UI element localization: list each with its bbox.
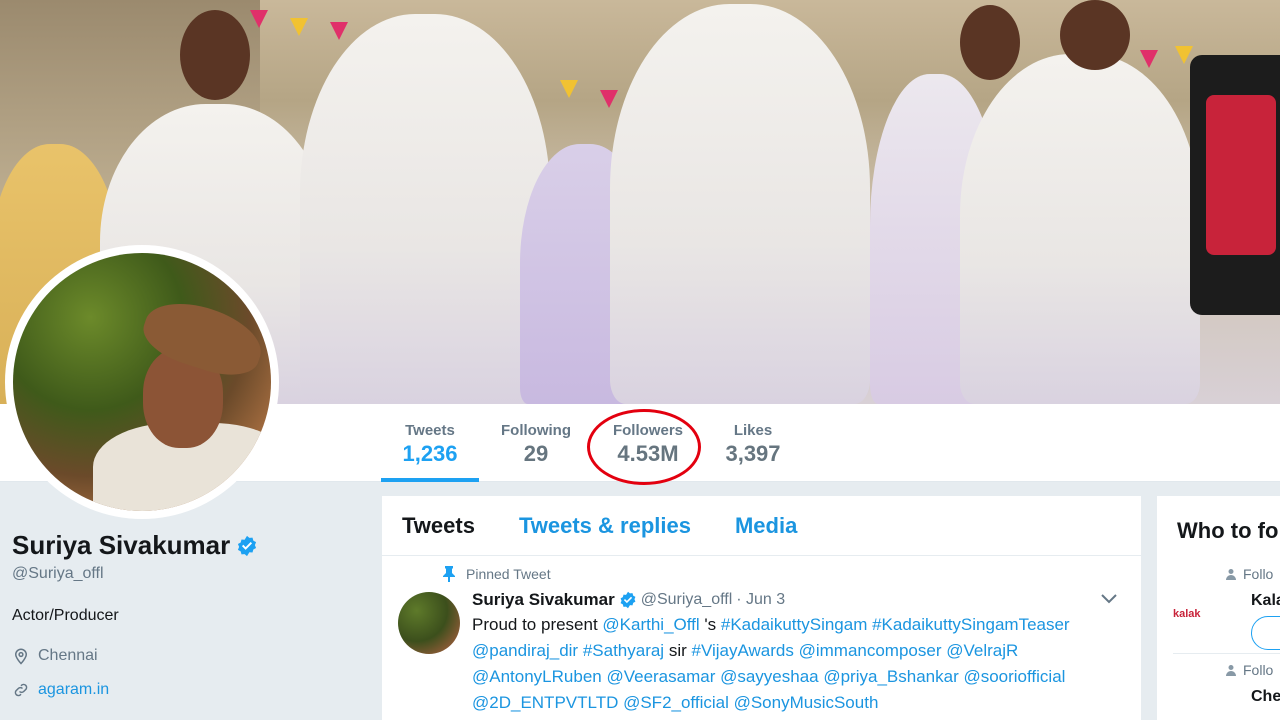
tweet-date[interactable]: · Jun 3 bbox=[736, 591, 785, 609]
wtf-logo[interactable]: kalak bbox=[1173, 608, 1201, 620]
pinned-label-row: Pinned Tweet bbox=[442, 566, 1121, 582]
tweet-author-name[interactable]: Suriya Sivakumar bbox=[472, 590, 615, 610]
mention-link[interactable]: @2D_ENTPVTLTD @SF2_official @SonyMusicSo… bbox=[472, 693, 878, 712]
hashtag-link[interactable]: #KadaikuttySingam #KadaikuttySingamTease… bbox=[721, 615, 1070, 634]
pinned-tweet[interactable]: Pinned Tweet Suriya Sivakumar @Suriya_of… bbox=[382, 556, 1141, 716]
follow-button[interactable] bbox=[1251, 616, 1280, 650]
profile-card: Suriya Sivakumar @Suriya_offl Actor/Prod… bbox=[12, 530, 352, 699]
profile-name-row: Suriya Sivakumar bbox=[12, 530, 352, 561]
profile-avatar[interactable] bbox=[5, 245, 279, 519]
profile-website: agaram.in bbox=[12, 681, 352, 699]
pinned-label: Pinned Tweet bbox=[466, 566, 551, 582]
profile-name[interactable]: Suriya Sivakumar bbox=[12, 530, 230, 561]
stat-value: 1,236 bbox=[402, 441, 458, 466]
mention-link[interactable]: @AntonyLRuben @Veerasamar @sayyeshaa @pr… bbox=[472, 667, 1065, 686]
wtf-name[interactable]: Che bbox=[1251, 688, 1280, 706]
link-icon bbox=[14, 683, 28, 697]
who-to-follow: Who to fo Follo Kala kalak Follo Che bbox=[1157, 496, 1280, 720]
location-text: Chennai bbox=[38, 647, 98, 664]
mention-link[interactable]: @pandiraj_dir #Sathyaraj bbox=[472, 641, 664, 660]
tweet-avatar[interactable] bbox=[398, 592, 460, 654]
stat-likes[interactable]: Likes 3,397 bbox=[716, 404, 790, 482]
pin-icon bbox=[443, 566, 455, 582]
timeline: Tweets Tweets & replies Media Pinned Twe… bbox=[382, 496, 1141, 720]
tab-tweets[interactable]: Tweets bbox=[402, 513, 475, 539]
wtf-label: Follo bbox=[1243, 566, 1274, 582]
tweet-text-segment: Proud to present bbox=[472, 615, 603, 634]
mention-link[interactable]: @Karthi_Offl bbox=[602, 615, 699, 634]
verified-badge-icon bbox=[620, 591, 636, 609]
profile-bio: Actor/Producer bbox=[12, 607, 119, 624]
hashtag-link[interactable]: #VijayAwards @immancomposer @VelrajR bbox=[691, 641, 1018, 660]
person-icon bbox=[1226, 665, 1236, 676]
stat-value: 29 bbox=[523, 441, 549, 466]
wtf-title: Who to fo bbox=[1177, 518, 1279, 543]
banner-poster bbox=[1190, 55, 1280, 315]
profile-location: Chennai bbox=[12, 647, 352, 665]
person-icon bbox=[1226, 569, 1236, 580]
wtf-label: Follo bbox=[1243, 662, 1274, 678]
tweet-author-handle[interactable]: @Suriya_offl bbox=[641, 591, 733, 609]
tweet-text-segment: 's bbox=[699, 615, 721, 634]
stat-tweets[interactable]: Tweets 1,236 bbox=[381, 404, 479, 482]
tab-media[interactable]: Media bbox=[735, 513, 797, 539]
tweet-header: Suriya Sivakumar @Suriya_offl · Jun 3 bbox=[472, 590, 1121, 610]
chevron-down-icon[interactable] bbox=[1101, 594, 1117, 604]
profile-handle[interactable]: @Suriya_offl bbox=[12, 565, 352, 583]
stat-value: 3,397 bbox=[725, 441, 781, 466]
stat-label: Tweets bbox=[405, 422, 455, 439]
verified-badge-icon bbox=[238, 535, 257, 556]
tab-tweets-replies[interactable]: Tweets & replies bbox=[519, 513, 691, 539]
stat-following[interactable]: Following 29 bbox=[494, 404, 578, 482]
website-link[interactable]: agaram.in bbox=[38, 681, 109, 699]
tweet-text-segment: sir bbox=[664, 641, 692, 660]
wtf-item: Follo Kala kalak bbox=[1173, 558, 1280, 654]
wtf-item: Follo Che bbox=[1173, 654, 1280, 720]
timeline-tabs: Tweets Tweets & replies Media bbox=[382, 496, 1141, 556]
stat-label: Likes bbox=[733, 422, 773, 439]
tweet-text: Proud to present @Karthi_Offl 's #Kadaik… bbox=[472, 612, 1121, 716]
location-pin-icon bbox=[14, 648, 28, 665]
followers-highlight-circle bbox=[587, 409, 701, 485]
wtf-name[interactable]: Kala bbox=[1251, 592, 1280, 610]
stat-label: Following bbox=[501, 422, 571, 439]
